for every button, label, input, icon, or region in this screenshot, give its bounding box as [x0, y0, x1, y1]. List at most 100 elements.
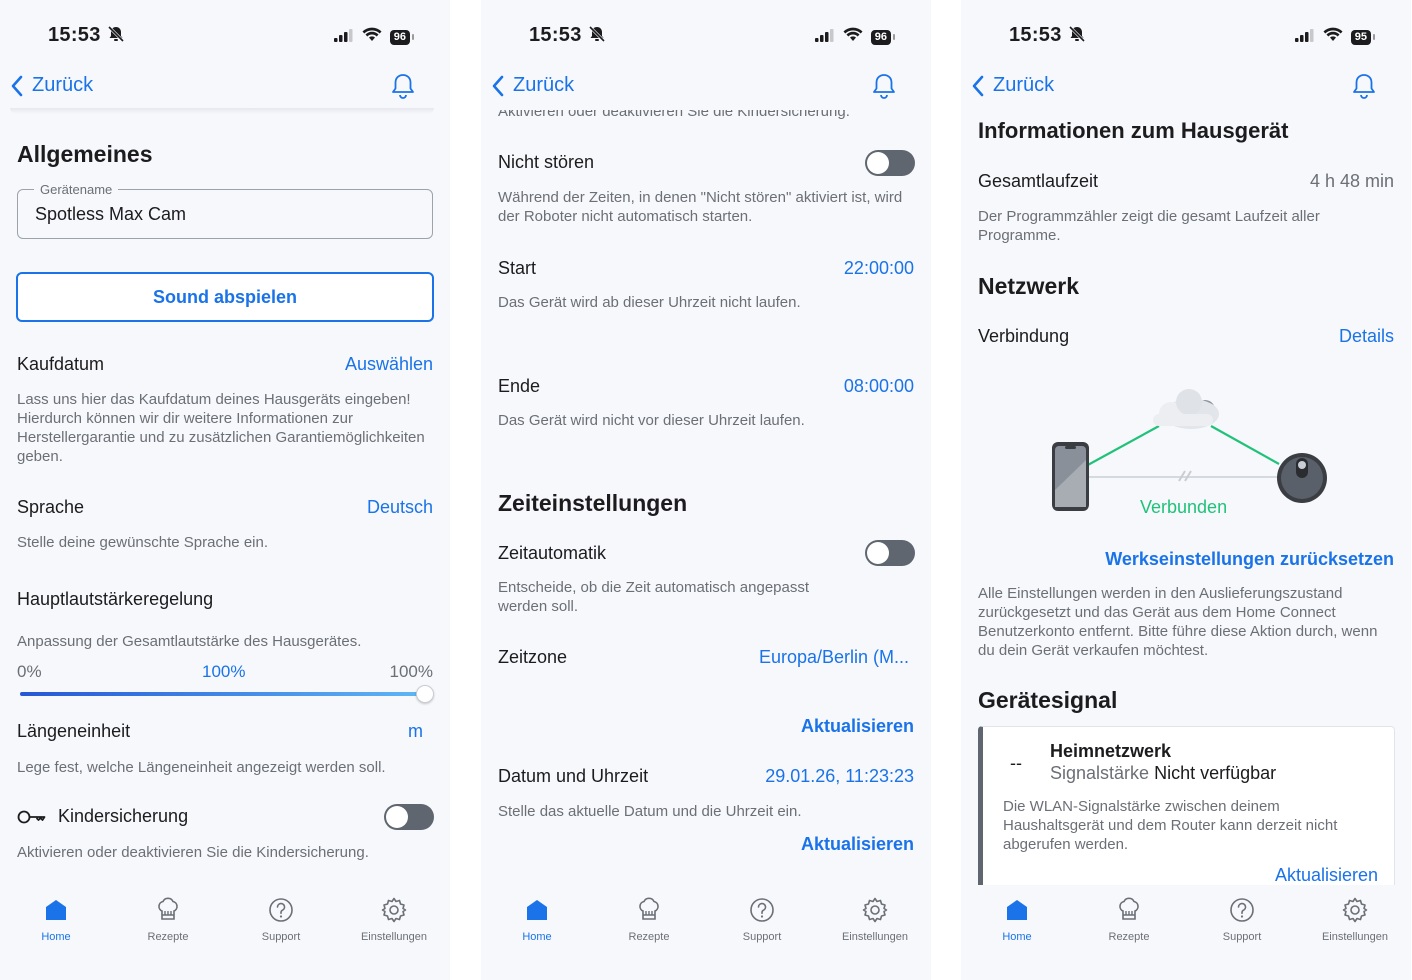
signal-icon [814, 28, 835, 47]
back-button[interactable]: Zurück [971, 74, 1054, 97]
status-bar-indicators: 96 [814, 27, 896, 47]
back-button[interactable]: Zurück [10, 74, 93, 97]
signal-update-button[interactable]: Aktualisieren [1275, 865, 1378, 886]
child-lock-desc: Aktivieren oder deaktivieren Sie die Kin… [17, 844, 369, 861]
purchase-date-label: Kaufdatum [17, 354, 105, 374]
signal-strength-row: Signalstärke Nicht verfügbar [1050, 763, 1276, 784]
dnd-toggle[interactable] [865, 150, 915, 176]
tab-support[interactable]: Support [226, 895, 336, 943]
bell-icon[interactable] [1351, 72, 1377, 105]
help-circle-icon [750, 898, 774, 922]
purchase-date-select[interactable]: Auswählen [345, 354, 433, 375]
gear-icon [862, 897, 888, 923]
bell-icon[interactable] [390, 72, 416, 105]
cloud-robot-line [1210, 425, 1280, 465]
wifi-icon [1323, 27, 1343, 47]
back-label: Zurück [32, 74, 94, 96]
signal-card-desc: Die WLAN-Signalstärke zwischen deinem Ha… [1003, 798, 1338, 853]
tab-support-label: Support [742, 931, 782, 943]
device-name-value[interactable]: Spotless Max Cam [35, 204, 186, 225]
back-label: Zurück [513, 74, 575, 96]
tab-home[interactable]: Home [962, 895, 1072, 943]
toggle-knob [867, 542, 889, 564]
chef-hat-icon [639, 897, 659, 920]
signal-dash: -- [1010, 753, 1022, 773]
battery-icon: 95 [1350, 29, 1376, 45]
signal-strength-value: Nicht verfügbar [1154, 763, 1277, 783]
volume-desc: Anpassung der Gesamtlautstärke des Hausg… [17, 633, 362, 650]
start-time-value[interactable]: 22:00:00 [844, 258, 914, 279]
signal-icon [1294, 28, 1315, 47]
factory-reset-desc: Alle Einstellungen werden in den Auslief… [978, 585, 1378, 659]
scrolled-text-clip: Aktivieren oder deaktivieren Sie die Kin… [498, 110, 918, 120]
section-title-time-settings: Zeiteinstellungen [498, 490, 688, 516]
runtime-value: 4 h 48 min [1309, 171, 1394, 191]
length-unit-select[interactable]: m [408, 721, 423, 742]
volume-slider-thumb[interactable] [416, 685, 434, 703]
timezone-select[interactable]: Europa/Berlin (M... [759, 647, 909, 668]
timezone-label: Zeitzone [498, 647, 568, 667]
tab-support[interactable]: Support [1187, 895, 1297, 943]
tab-settings[interactable]: Einstellungen [339, 895, 449, 943]
connection-details-link[interactable]: Details [1339, 326, 1394, 347]
auto-time-label: Zeitautomatik [498, 543, 607, 563]
play-sound-button[interactable]: Sound abspielen [16, 272, 434, 322]
runtime-desc: Der Programmzähler zeigt die gesamt Lauf… [978, 208, 1320, 244]
status-bar-indicators: 96 [333, 27, 415, 47]
section-title-device-info: Informationen zum Hausgerät [978, 118, 1289, 143]
tab-support[interactable]: Support [707, 895, 817, 943]
tab-recipes[interactable]: Rezepte [594, 895, 704, 943]
scrolled-child-lock-desc: Aktivieren oder deaktivieren Sie die Kin… [498, 110, 850, 120]
tab-recipes-label: Rezepte [628, 931, 670, 943]
tab-home[interactable]: Home [1, 895, 111, 943]
tab-bar: Home Rezepte Support Einstellungen [0, 885, 450, 980]
volume-slider-track[interactable] [20, 692, 424, 696]
back-button[interactable]: Zurück [491, 74, 574, 97]
bell-icon[interactable] [871, 72, 897, 105]
device-name-label: Gerätename [34, 182, 119, 197]
language-select[interactable]: Deutsch [367, 497, 433, 518]
tab-settings[interactable]: Einstellungen [1300, 895, 1410, 943]
section-title-network: Netzwerk [978, 273, 1079, 299]
tab-home-label: Home [41, 931, 71, 943]
status-bar-time: 15:53 [529, 24, 606, 49]
datetime-value[interactable]: 29.01.26, 11:23:23 [765, 766, 914, 787]
signal-card: -- Heimnetzwerk Signalstärke Nicht verfü… [978, 726, 1395, 896]
tab-recipes[interactable]: Rezepte [113, 895, 223, 943]
factory-reset-button[interactable]: Werkseinstellungen zurücksetzen [1105, 549, 1394, 570]
home-icon [1007, 900, 1027, 920]
status-bar-indicators: 95 [1294, 27, 1376, 47]
volume-current-label: 100% [202, 662, 246, 681]
section-title-general: Allgemeines [17, 141, 153, 167]
tab-settings-label: Einstellungen [1321, 931, 1389, 943]
dnd-desc: Während der Zeiten, in denen "Nicht stör… [498, 189, 903, 225]
update-datetime-button[interactable]: Aktualisieren [801, 834, 914, 855]
datetime-label: Datum und Uhrzeit [498, 766, 649, 786]
volume-label: Hauptlautstärkeregelung [17, 589, 214, 609]
end-desc: Das Gerät wird nicht vor dieser Uhrzeit … [498, 412, 805, 429]
phone-cloud-line [1085, 425, 1160, 467]
length-unit-label: Längeneinheit [17, 721, 131, 741]
tab-home-label: Home [522, 931, 552, 943]
chef-hat-icon [1119, 897, 1139, 920]
datetime-desc: Stelle das aktuelle Datum und die Uhrzei… [498, 803, 802, 820]
tab-recipes[interactable]: Rezepte [1074, 895, 1184, 943]
toggle-knob [386, 806, 408, 828]
home-icon [527, 900, 547, 920]
tab-bar: Home Rezepte Support Einstellungen [481, 885, 931, 980]
auto-time-toggle[interactable] [865, 540, 915, 566]
update-timezone-button[interactable]: Aktualisieren [801, 716, 914, 737]
chevron-left-icon [11, 75, 23, 96]
child-lock-toggle[interactable] [384, 804, 434, 830]
tab-home[interactable]: Home [482, 895, 592, 943]
signal-card-title: Heimnetzwerk [1050, 741, 1172, 761]
dnd-label: Nicht stören [498, 152, 595, 172]
tab-settings[interactable]: Einstellungen [820, 895, 930, 943]
chef-hat-icon [158, 897, 178, 920]
chevron-left-icon [972, 75, 984, 96]
gear-icon [1342, 897, 1368, 923]
tab-settings-label: Einstellungen [841, 931, 909, 943]
wifi-icon [843, 27, 863, 47]
robot-vacuum-icon [1277, 453, 1327, 503]
end-time-value[interactable]: 08:00:00 [844, 376, 914, 397]
